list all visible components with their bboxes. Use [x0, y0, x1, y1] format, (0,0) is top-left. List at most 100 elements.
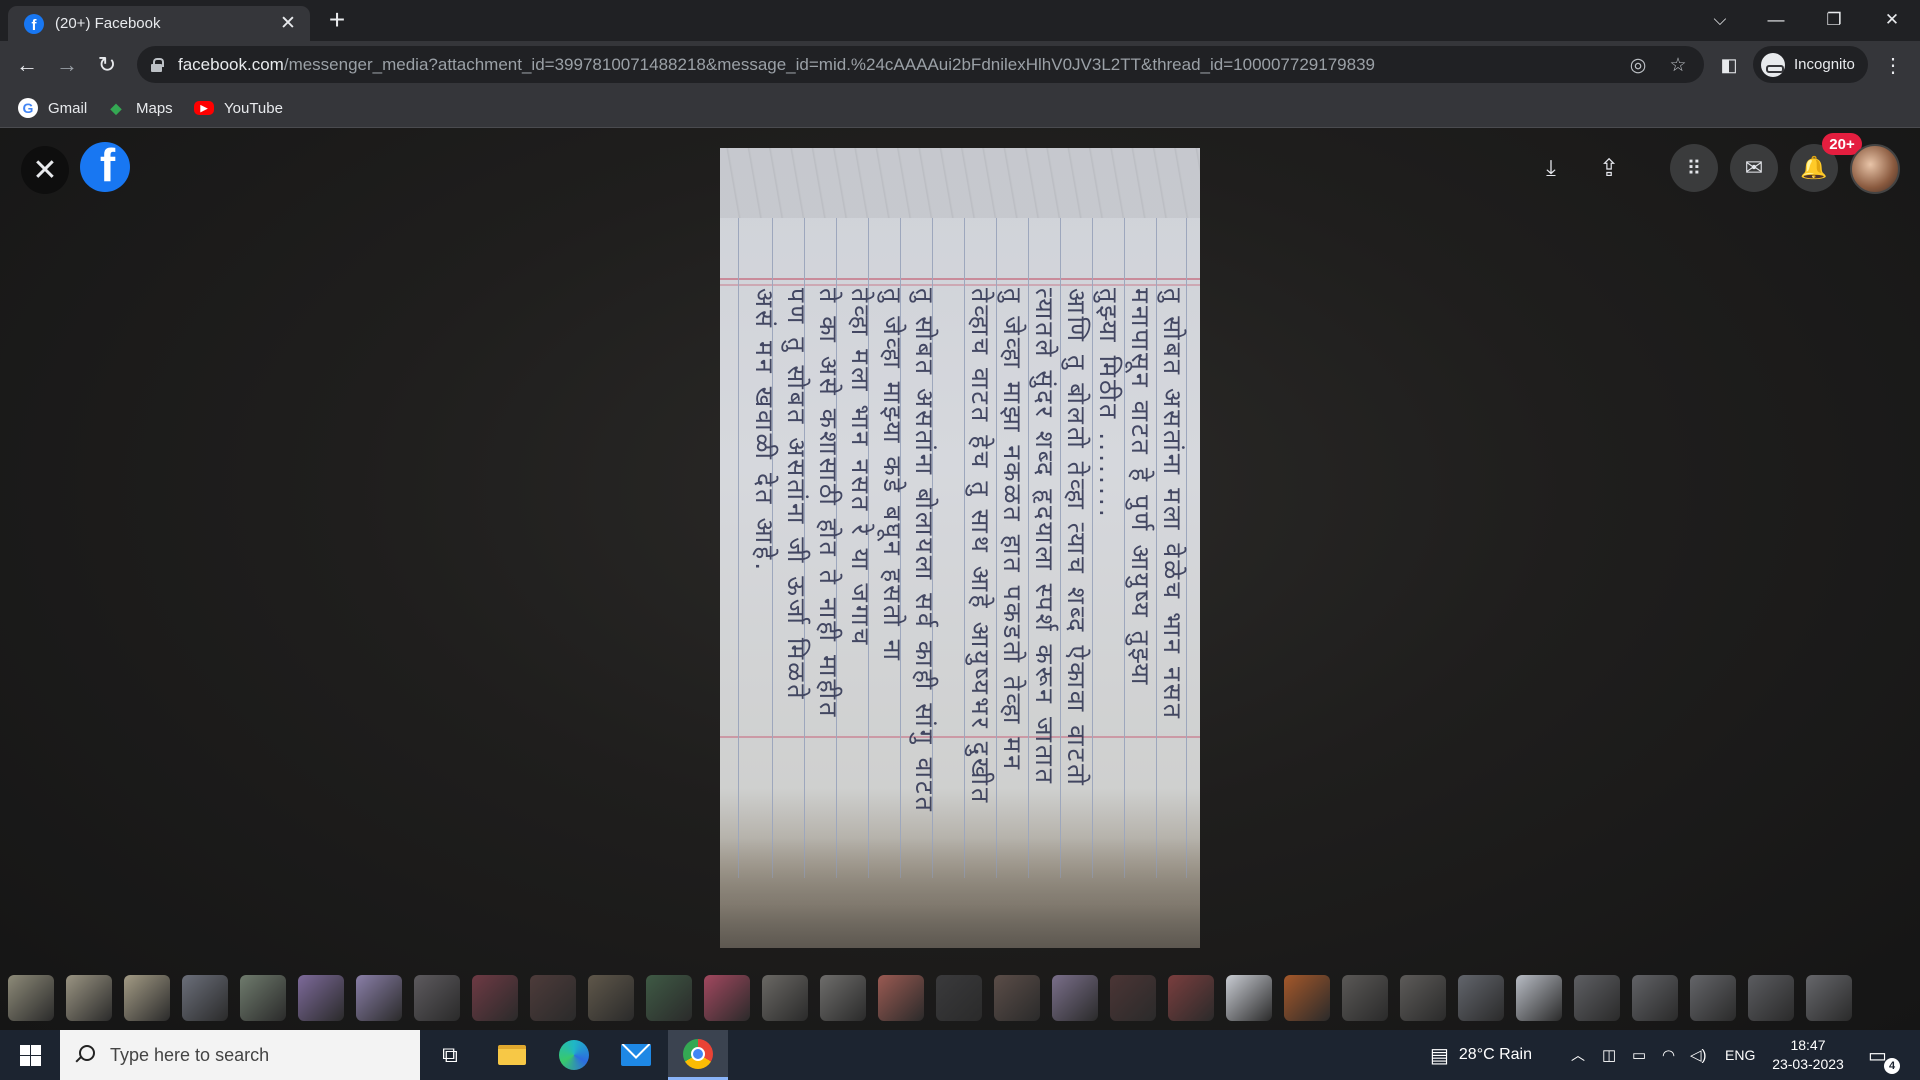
thumbnail-8[interactable]	[414, 975, 460, 1021]
facebook-favicon-icon: f	[24, 13, 44, 34]
thumbnail-10[interactable]	[530, 975, 576, 1021]
battery-icon[interactable]: ▭	[1632, 1030, 1646, 1080]
chrome-icon[interactable]	[668, 1030, 728, 1080]
close-window-button[interactable]: ✕	[1864, 0, 1920, 40]
clock-time: 18:47	[1790, 1037, 1826, 1053]
thumbnail-14[interactable]	[762, 975, 808, 1021]
notebook-margin-line	[720, 284, 1200, 286]
thumbnail-1[interactable]	[8, 975, 54, 1021]
share-icon[interactable]: ⇪	[1585, 144, 1633, 192]
tab-title: (20+) Facebook	[55, 15, 161, 32]
thumbnail-29[interactable]	[1632, 975, 1678, 1021]
thumbnail-5[interactable]	[240, 975, 286, 1021]
facebook-logo-icon[interactable]: f	[80, 142, 130, 192]
close-viewer-button[interactable]: ✕	[21, 146, 69, 194]
thumbnail-22[interactable]	[1226, 975, 1272, 1021]
thumbnail-23[interactable]	[1284, 975, 1330, 1021]
task-view-icon[interactable]: ⧉	[420, 1030, 480, 1080]
thumbnail-24[interactable]	[1342, 975, 1388, 1021]
address-bar[interactable]: facebook.com/messenger_media?attachment_…	[137, 46, 1704, 83]
handwritten-line: तु सोबत असतांना बोलायला सर्व काही सांगु …	[910, 288, 939, 814]
tracking-protection-icon[interactable]: ◎	[1627, 54, 1649, 76]
thumbnail-11[interactable]	[588, 975, 634, 1021]
thumbnail-31[interactable]	[1748, 975, 1794, 1021]
volume-icon[interactable]: ◁)	[1690, 1030, 1707, 1080]
edge-icon[interactable]	[544, 1030, 604, 1080]
thumbnail-2[interactable]	[66, 975, 112, 1021]
thumbnail-21[interactable]	[1168, 975, 1214, 1021]
taskbar-search[interactable]: Type here to search	[60, 1030, 420, 1080]
attachment-photo[interactable]: तु सोबत असतांना मला वेळेच भान नसत मनापास…	[720, 148, 1200, 948]
language-indicator[interactable]: ENG	[1725, 1030, 1755, 1080]
minimize-button[interactable]: —	[1748, 0, 1804, 40]
tab-facebook[interactable]: f (20+) Facebook ✕	[8, 6, 310, 41]
thumbnail-9[interactable]	[472, 975, 518, 1021]
thumbnail-6[interactable]	[298, 975, 344, 1021]
restore-button[interactable]: ❐	[1806, 0, 1862, 40]
meet-icon[interactable]: ◫	[1602, 1030, 1616, 1080]
bookmark-gmail[interactable]: G Gmail	[18, 96, 87, 120]
bookmark-maps[interactable]: ◆ Maps	[106, 96, 173, 120]
thumbnail-28[interactable]	[1574, 975, 1620, 1021]
tab-search-icon[interactable]: ⌵	[1692, 0, 1748, 40]
reload-icon[interactable]: ↻	[90, 48, 124, 82]
thumbnail-4[interactable]	[182, 975, 228, 1021]
youtube-icon: ▶	[194, 101, 214, 115]
show-hidden-icons[interactable]: ︿	[1571, 1030, 1585, 1080]
file-explorer-icon[interactable]	[482, 1030, 542, 1080]
back-icon[interactable]: ←	[10, 48, 44, 82]
thumbnail-17[interactable]	[936, 975, 982, 1021]
bookmark-label: Gmail	[48, 99, 88, 117]
handwritten-line: असं मन खवाळी देत आहे.	[750, 288, 779, 574]
forward-icon[interactable]: →	[50, 48, 84, 82]
weather-widget[interactable]: ▤ 28°C Rain	[1430, 1030, 1532, 1080]
handwritten-line: त्यातले सुंदर शब्द हृदयाला स्पर्श करून ज…	[1030, 288, 1059, 786]
incognito-icon	[1761, 52, 1785, 77]
thumbnail-18[interactable]	[994, 975, 1040, 1021]
handwritten-line: तु जेव्हा माझ्या कडे बघून हसतो ना	[878, 288, 907, 664]
thumbnail-27[interactable]	[1516, 975, 1562, 1021]
thumbnail-30[interactable]	[1690, 975, 1736, 1021]
new-tab-button[interactable]: +	[322, 6, 352, 36]
handwritten-line: पण तु सोबत असतांना जी ऊर्जा मिळते	[782, 288, 811, 702]
tab-strip: f (20+) Facebook ✕ + ⌵ — ❐ ✕	[0, 0, 1920, 41]
bookmark-star-icon[interactable]: ☆	[1667, 54, 1689, 76]
thumbnail-3[interactable]	[124, 975, 170, 1021]
thumbnail-26[interactable]	[1458, 975, 1504, 1021]
messenger-icon[interactable]: ✉	[1730, 144, 1778, 192]
url-text: facebook.com/messenger_media?attachment_…	[178, 55, 1375, 75]
download-icon[interactable]: ⤓	[1527, 144, 1575, 192]
thumbnail-20[interactable]	[1110, 975, 1156, 1021]
thumbnail-16[interactable]	[878, 975, 924, 1021]
handwritten-line: तुझ्या मिठीत ........	[1094, 288, 1123, 520]
notebook-rule	[738, 218, 739, 878]
lock-icon[interactable]	[151, 58, 164, 72]
start-button[interactable]	[0, 1030, 60, 1080]
notification-count: 4	[1884, 1058, 1900, 1074]
tab-close-icon[interactable]: ✕	[278, 12, 298, 35]
handwritten-line: आणि तु बोलतो तेव्हा त्याच शब्द ऐकावा वाट…	[1062, 288, 1091, 788]
thumbnail-25[interactable]	[1400, 975, 1446, 1021]
clock-date: 23-03-2023	[1772, 1056, 1844, 1072]
browser-menu-icon[interactable]: ⋮	[1876, 48, 1910, 82]
thumbnail-15[interactable]	[820, 975, 866, 1021]
windows-icon	[19, 1044, 41, 1066]
action-center-icon[interactable]: ▭	[1868, 1030, 1887, 1080]
menu-grid-icon[interactable]: ⠿	[1670, 144, 1718, 192]
bookmark-label: Maps	[136, 99, 173, 117]
notebook-margin-line	[720, 278, 1200, 280]
system-clock[interactable]: 18:47 23-03-2023	[1762, 1036, 1854, 1074]
side-panel-icon[interactable]: ◧	[1712, 48, 1746, 82]
handwritten-line: तेव्हाच वाटत हेच तु साथ आहे आयुष्यभर दुख…	[966, 288, 995, 806]
thumbnail-32[interactable]	[1806, 975, 1852, 1021]
thumbnail-19[interactable]	[1052, 975, 1098, 1021]
wifi-icon[interactable]: ◠	[1662, 1030, 1675, 1080]
mail-icon[interactable]	[606, 1030, 666, 1080]
thumbnail-13[interactable]	[704, 975, 750, 1021]
bookmark-youtube[interactable]: ▶ YouTube	[194, 96, 283, 120]
thumbnail-7[interactable]	[356, 975, 402, 1021]
windows-taskbar: Type here to search ⧉ ▤ 28°C Rain ︿ ◫ ▭ …	[0, 1030, 1920, 1080]
thumbnail-12[interactable]	[646, 975, 692, 1021]
profile-avatar[interactable]	[1850, 144, 1900, 194]
incognito-indicator[interactable]: Incognito	[1753, 46, 1868, 83]
